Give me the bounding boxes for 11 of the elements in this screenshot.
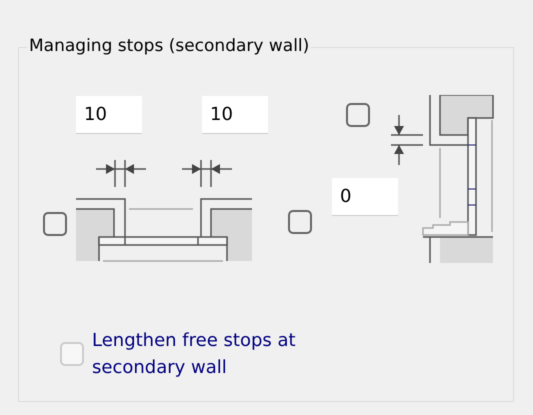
checkbox-label: Lengthen free stops at secondary wall bbox=[92, 329, 297, 380]
dimension-arrow-icon bbox=[182, 160, 232, 187]
group-title: Managing stops (secondary wall) bbox=[27, 36, 312, 56]
input-field[interactable]: 0 bbox=[332, 178, 398, 216]
dimension-arrow-icon bbox=[390, 114, 424, 166]
input-field[interactable]: 10 bbox=[76, 96, 142, 134]
checkbox[interactable] bbox=[43, 212, 67, 236]
checkbox[interactable] bbox=[346, 103, 370, 127]
input-field[interactable]: 10 bbox=[202, 96, 268, 134]
dimension-arrow-icon bbox=[96, 160, 146, 187]
checkbox[interactable] bbox=[288, 210, 312, 234]
